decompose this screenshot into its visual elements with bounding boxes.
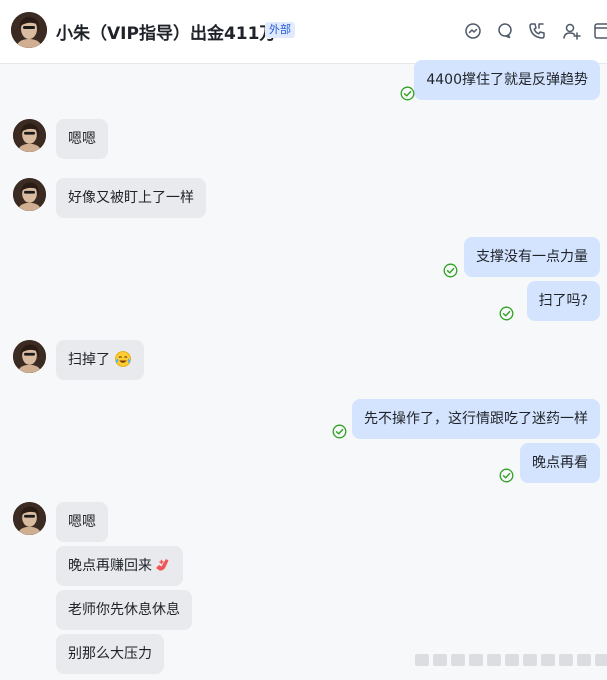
sender-avatar[interactable] bbox=[13, 340, 46, 373]
add-member-icon[interactable] bbox=[562, 21, 582, 41]
more-icon[interactable] bbox=[593, 21, 607, 41]
sender-avatar[interactable] bbox=[13, 502, 46, 535]
read-check-icon bbox=[400, 86, 415, 101]
incoming-message[interactable]: 好像又被盯上了一样 bbox=[56, 178, 206, 218]
incoming-message[interactable]: 嗯嗯 bbox=[56, 502, 108, 542]
message-text: 扫掉了 bbox=[68, 352, 110, 368]
read-check-icon bbox=[499, 306, 514, 321]
phone-icon[interactable] bbox=[527, 21, 547, 41]
crying-laughing-emoji bbox=[114, 344, 132, 367]
chat-avatar[interactable] bbox=[11, 12, 47, 48]
search-icon[interactable] bbox=[495, 21, 515, 41]
outgoing-message[interactable]: 扫了吗? bbox=[526, 281, 600, 321]
sender-avatar[interactable] bbox=[13, 119, 46, 152]
watermark bbox=[415, 654, 607, 668]
external-badge: 外部 bbox=[265, 22, 295, 38]
strong-arm-emoji bbox=[154, 549, 171, 571]
incoming-message[interactable]: 晚点再赚回来 bbox=[56, 546, 183, 586]
read-check-icon bbox=[443, 263, 458, 278]
outgoing-message[interactable]: 4400撑住了就是反弹趋势 bbox=[414, 60, 600, 100]
read-check-icon bbox=[499, 468, 514, 483]
incoming-message[interactable]: 扫掉了 bbox=[56, 340, 144, 380]
message-text: 晚点再赚回来 bbox=[68, 558, 152, 574]
outgoing-message[interactable]: 支撑没有一点力量 bbox=[464, 237, 600, 277]
outgoing-message[interactable]: 晚点再看 bbox=[520, 443, 600, 483]
chat-header: 小朱（VIP指导）出金411万 外部 bbox=[0, 0, 607, 64]
read-check-icon bbox=[332, 424, 347, 439]
incoming-message[interactable]: 嗯嗯 bbox=[56, 119, 108, 159]
sender-avatar[interactable] bbox=[13, 178, 46, 211]
chat-icon[interactable] bbox=[463, 21, 483, 41]
outgoing-message[interactable]: 先不操作了，这行情跟吃了迷药一样 bbox=[352, 399, 600, 439]
incoming-message[interactable]: 别那么大压力 bbox=[56, 634, 164, 674]
chat-title: 小朱（VIP指导）出金411万 bbox=[56, 24, 277, 44]
incoming-message[interactable]: 老师你先休息休息 bbox=[56, 590, 192, 630]
